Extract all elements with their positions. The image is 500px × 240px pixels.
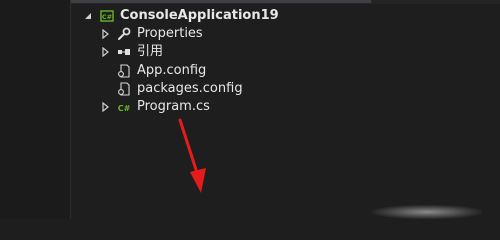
collapsed-triangle-icon[interactable]: [99, 46, 111, 58]
wrench-icon: [117, 27, 131, 41]
csharp-file-icon: C#: [117, 100, 131, 114]
item-label: App.config: [137, 63, 207, 78]
item-label: Properties: [137, 26, 203, 41]
tree-item-app-config[interactable]: App.config: [117, 61, 206, 80]
left-gutter: [0, 0, 71, 219]
collapsed-triangle-icon[interactable]: [99, 28, 111, 40]
blurred-smudge: [372, 205, 482, 219]
svg-text:C#: C#: [118, 104, 131, 113]
references-icon: [117, 45, 131, 59]
tree-item-references[interactable]: 引用: [99, 42, 163, 61]
tree-item-program-cs[interactable]: C# Program.cs: [99, 97, 210, 116]
expanded-triangle-icon[interactable]: [82, 10, 94, 22]
tree-item-properties[interactable]: Properties: [99, 24, 203, 43]
config-file-icon: [117, 63, 131, 78]
item-label: packages.config: [137, 81, 243, 96]
item-label: Program.cs: [137, 99, 210, 114]
tree-item-project[interactable]: C# ConsoleApplication19: [82, 6, 279, 25]
tree-item-packages-config[interactable]: packages.config: [117, 79, 243, 98]
svg-text:C#: C#: [102, 13, 112, 21]
top-scroll-strip: [71, 0, 500, 4]
project-name: ConsoleApplication19: [120, 8, 279, 23]
red-arrow-annotation: [178, 118, 206, 193]
config-file-icon: [117, 81, 131, 96]
scroll-highlight: [71, 0, 371, 3]
item-label: 引用: [137, 44, 164, 59]
csharp-project-icon: C#: [100, 9, 114, 23]
collapsed-triangle-icon[interactable]: [99, 101, 111, 113]
